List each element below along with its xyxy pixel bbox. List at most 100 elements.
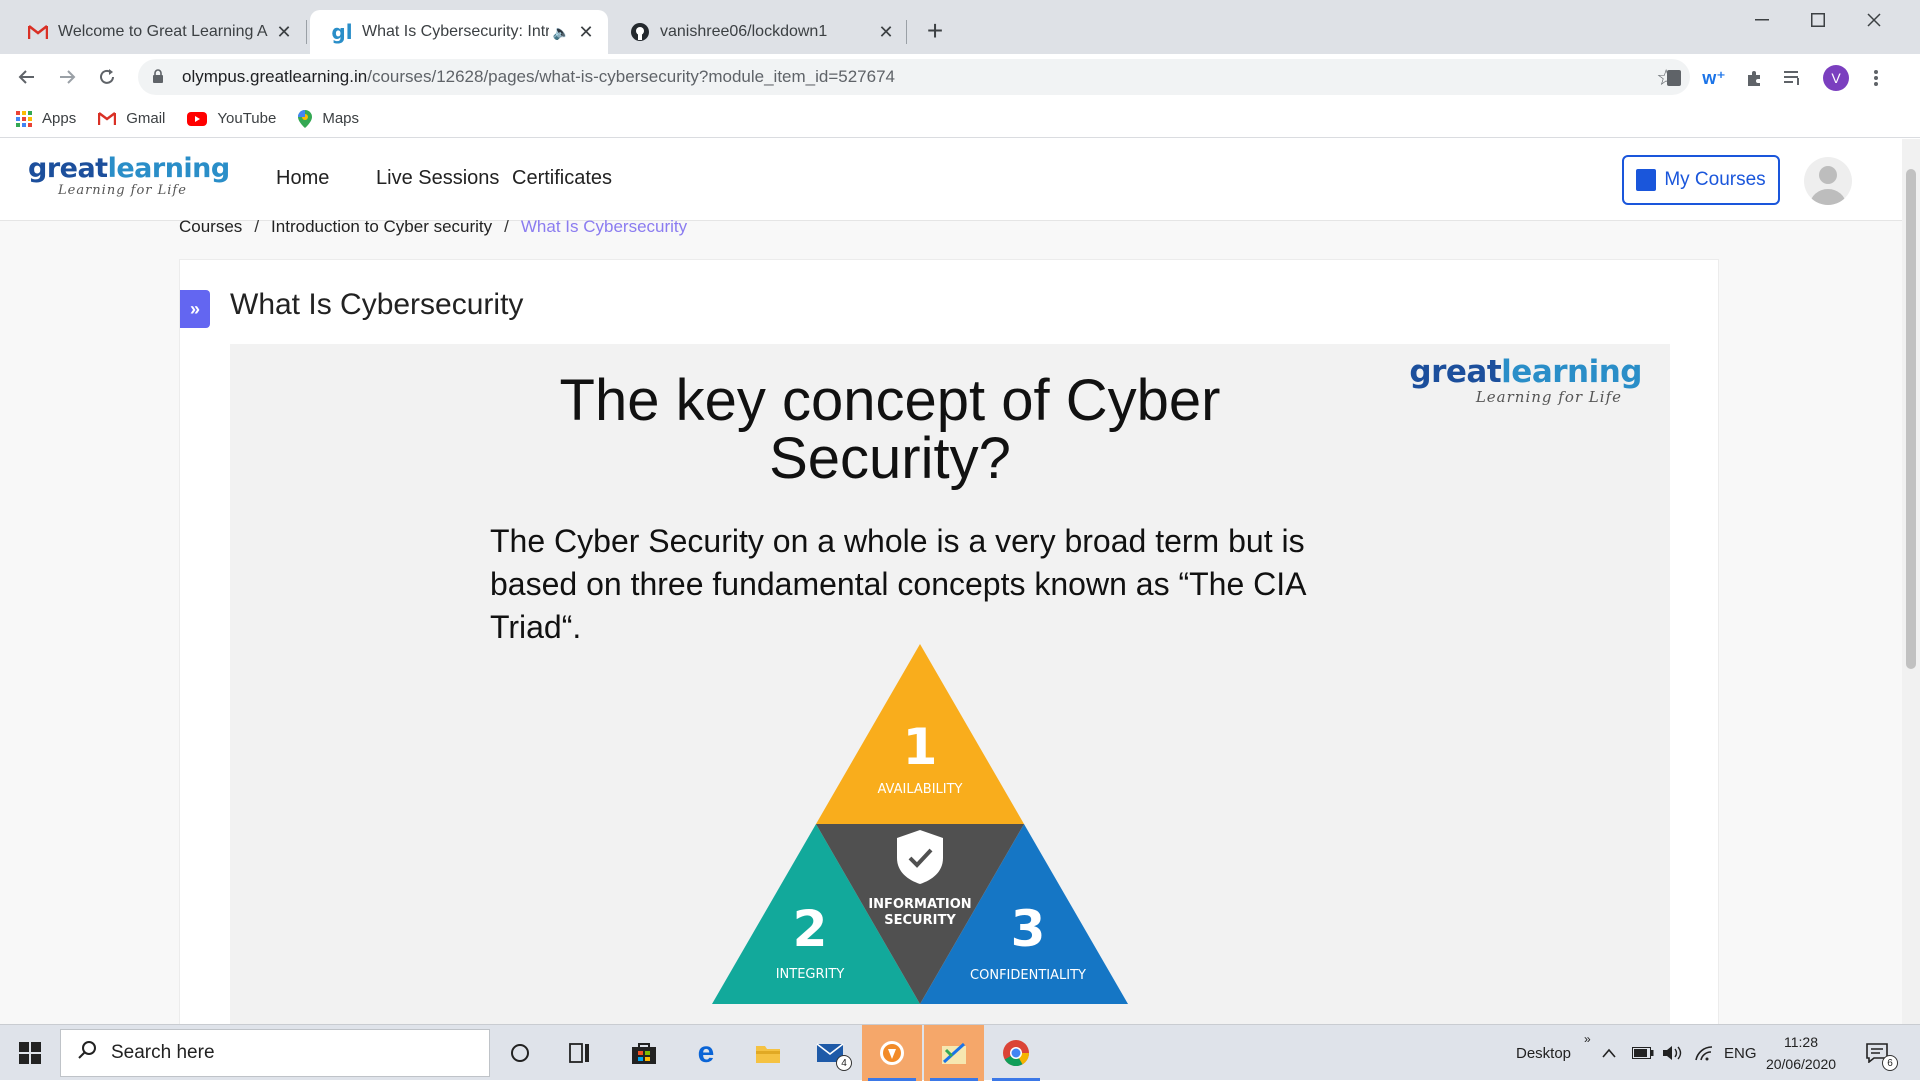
triad-center-line1: INFORMATION	[868, 897, 971, 912]
close-window-icon[interactable]	[1846, 6, 1902, 34]
volume-icon[interactable]	[1662, 1025, 1684, 1081]
content-card: » What Is Cybersecurity greatlearning Le…	[179, 259, 1719, 1024]
editor-app-icon[interactable]	[924, 1025, 984, 1081]
my-courses-button[interactable]: My Courses	[1622, 155, 1780, 205]
nav-home[interactable]: Home	[276, 167, 329, 190]
tab-github[interactable]: vanishree06/lockdown1 ✕	[608, 10, 908, 54]
toolbar-expand-icon[interactable]: »	[1584, 1011, 1591, 1067]
page-viewport: greatlearning Learning for Life Home Liv…	[0, 139, 1902, 1024]
maps-icon	[298, 109, 313, 128]
my-courses-label: My Courses	[1664, 169, 1766, 190]
desktop-toolbar-label[interactable]: Desktop	[1516, 1025, 1571, 1081]
browser-toolbar: olympus.greatlearning.in/courses/12628/p…	[0, 54, 1920, 100]
logo-text-learning: learning	[107, 153, 231, 184]
speaker-icon[interactable]: 🔈	[553, 24, 570, 41]
system-clock[interactable]: 11:28 20/06/2020	[1758, 1031, 1844, 1075]
media-queue-icon[interactable]	[1780, 64, 1808, 92]
file-explorer-icon[interactable]	[738, 1025, 798, 1081]
close-icon[interactable]: ✕	[576, 22, 596, 43]
task-view-icon[interactable]	[550, 1025, 610, 1081]
tab-cybersecurity[interactable]: gl What Is Cybersecurity: Introd 🔈 ✕	[310, 10, 608, 54]
tab-separator	[906, 20, 907, 44]
bookmark-maps[interactable]: Maps	[298, 109, 359, 128]
triad-right-number: 3	[1011, 900, 1046, 958]
edge-icon[interactable]: e	[676, 1025, 736, 1081]
sidebar-toggle-button[interactable]: »	[180, 290, 210, 328]
close-icon[interactable]: ✕	[274, 22, 294, 43]
tab-gmail[interactable]: Welcome to Great Learning Acad ✕	[6, 10, 306, 54]
mail-icon[interactable]: 4	[800, 1025, 860, 1081]
chrome-icon[interactable]	[986, 1025, 1046, 1081]
tab-title: vanishree06/lockdown1	[660, 23, 828, 40]
language-indicator[interactable]: ENG	[1724, 1025, 1757, 1081]
address-bar[interactable]: olympus.greatlearning.in/courses/12628/p…	[138, 59, 1690, 95]
notification-center-icon[interactable]: 6	[1866, 1025, 1898, 1081]
gmail-icon	[28, 22, 48, 42]
greatlearning-logo[interactable]: greatlearning Learning for Life	[28, 153, 231, 199]
forward-icon[interactable]	[52, 62, 82, 92]
tab-title: Welcome to Great Learning Acad	[58, 23, 268, 40]
triad-left-label: INTEGRITY	[776, 967, 845, 982]
store-icon[interactable]	[614, 1025, 674, 1081]
tab-title: What Is Cybersecurity: Introd	[362, 23, 549, 40]
extension-icon[interactable]	[1660, 64, 1688, 92]
slide-body-text: The Cyber Security on a whole is a very …	[490, 523, 1305, 645]
cia-triad-diagram: 1 AVAILABILITY 2 INTEGRITY 3 CONFIDENTIA…	[712, 644, 1128, 1004]
browser-menu-icon[interactable]	[1862, 64, 1890, 92]
breadcrumb-courses[interactable]: Courses	[179, 217, 242, 237]
search-placeholder: Search here	[111, 1042, 215, 1063]
wifi-icon[interactable]	[1694, 1025, 1714, 1081]
profile-initial: V	[1823, 65, 1849, 91]
reload-icon[interactable]	[92, 62, 122, 92]
slide-logo-great: great	[1409, 354, 1502, 390]
clock-date: 20/06/2020	[1765, 1056, 1837, 1072]
profile-avatar[interactable]: V	[1822, 64, 1850, 92]
bookmark-gmail[interactable]: Gmail	[98, 110, 165, 127]
cortana-icon[interactable]	[490, 1025, 550, 1081]
mail-badge: 4	[836, 1055, 852, 1071]
scrollbar-thumb[interactable]	[1906, 169, 1916, 669]
bookmark-apps[interactable]: Apps	[16, 110, 76, 127]
triad-right-label: CONFIDENTIALITY	[970, 968, 1086, 983]
bookmark-label: Gmail	[126, 110, 166, 127]
logo-tagline: Learning for Life	[58, 183, 187, 198]
close-icon[interactable]: ✕	[876, 22, 896, 43]
page-scrollbar[interactable]	[1902, 139, 1920, 1024]
tab-separator	[306, 20, 307, 44]
back-icon[interactable]	[12, 62, 42, 92]
triad-top-label: AVAILABILITY	[878, 782, 963, 797]
greatlearning-favicon-icon: gl	[331, 20, 353, 44]
bookmarks-bar: Apps Gmail YouTube Maps	[0, 100, 1920, 138]
url-path: /courses/12628/pages/what-is-cybersecuri…	[367, 67, 895, 86]
windows-start-icon[interactable]	[0, 1025, 60, 1081]
clock-time: 11:28	[1784, 1034, 1818, 1050]
slide-title: The key concept of Cyber Security?	[559, 368, 1221, 491]
bookmark-youtube[interactable]: YouTube	[187, 110, 276, 127]
book-icon	[1636, 169, 1657, 191]
apps-grid-icon	[16, 110, 32, 127]
breadcrumb-course[interactable]: Introduction to Cyber security	[271, 217, 492, 237]
breadcrumb-separator: /	[504, 217, 509, 236]
nav-certificates[interactable]: Certificates	[512, 167, 612, 190]
lock-icon	[152, 68, 170, 86]
site-header: greatlearning Learning for Life Home Liv…	[0, 139, 1902, 221]
minimize-icon[interactable]	[1734, 6, 1790, 34]
windows-taskbar: Search here e 4 Desktop » ENG 11:28 20/0…	[0, 1024, 1920, 1081]
maximize-icon[interactable]	[1790, 6, 1846, 34]
user-avatar[interactable]	[1804, 157, 1852, 205]
tray-overflow-icon[interactable]	[1602, 1025, 1616, 1081]
bookmark-label: Apps	[42, 110, 77, 127]
extension-w-icon[interactable]: w⁺	[1700, 64, 1728, 92]
nav-live-sessions[interactable]: Live Sessions	[376, 167, 499, 190]
triad-left-number: 2	[793, 900, 828, 958]
browser-app-icon[interactable]	[862, 1025, 922, 1081]
battery-icon[interactable]	[1632, 1025, 1654, 1081]
slide-logo-learning: learning	[1501, 354, 1642, 390]
puzzle-icon[interactable]	[1740, 64, 1768, 92]
triad-top-number: 1	[903, 718, 938, 776]
github-icon	[630, 22, 650, 42]
slide-logo: greatlearning Learning for Life	[1409, 356, 1642, 406]
new-tab-button[interactable]: +	[918, 14, 952, 48]
triad-center-line2: SECURITY	[884, 913, 956, 928]
taskbar-search-box[interactable]: Search here	[60, 1029, 490, 1077]
